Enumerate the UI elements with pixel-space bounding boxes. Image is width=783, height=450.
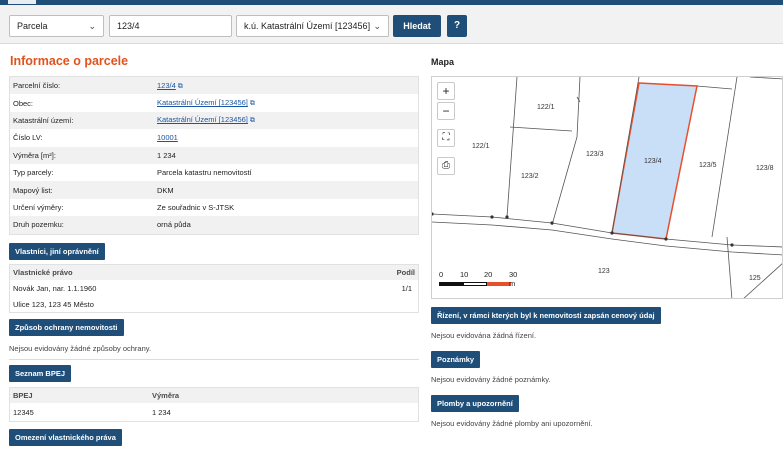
parcel-label: 122/1 bbox=[537, 104, 555, 111]
table-row: Novák Jan, nar. 1.1.1960 1/1 bbox=[10, 280, 418, 296]
cadastre-select-value: k.ú. Katastrální Území [123456] bbox=[244, 21, 371, 31]
external-link-icon[interactable]: ⧉ bbox=[178, 83, 183, 91]
map-title: Mapa bbox=[431, 57, 455, 67]
seals-button[interactable]: Plomby a upozornění bbox=[431, 395, 519, 412]
boundary-vertices bbox=[432, 212, 734, 247]
info-label: Určení výměry: bbox=[13, 202, 64, 212]
info-label: Mapový list: bbox=[13, 185, 53, 195]
parcel-label: 123/4 bbox=[644, 158, 662, 165]
bpej-col-area: Výměra bbox=[152, 391, 180, 400]
parcel-label: 123/8 bbox=[756, 165, 774, 172]
info-label: Číslo LV: bbox=[13, 133, 43, 143]
owner-share: 1/1 bbox=[401, 283, 412, 293]
lv-number-link[interactable]: 10001 bbox=[157, 133, 178, 142]
bpej-button[interactable]: Seznam BPEJ bbox=[9, 365, 72, 382]
chevron-down-icon: ⌄ bbox=[88, 21, 96, 31]
owner-address: Ulice 123, 123 45 Město bbox=[13, 299, 94, 309]
info-row-parcel-type: Typ parcely: Parcela katastru nemovitost… bbox=[10, 164, 418, 181]
active-tab-indicator bbox=[8, 0, 36, 4]
parcel-boundaries bbox=[432, 77, 782, 298]
page-title: Informace o parcele bbox=[10, 54, 129, 68]
search-button[interactable]: Hledat bbox=[393, 15, 441, 37]
info-row-land-type: Druh pozemku: orná půda bbox=[10, 216, 418, 234]
info-row-municipality: Obec: Katastrální Území [123456] ⧉ bbox=[10, 94, 418, 111]
parcel-number-link[interactable]: 123/4 bbox=[157, 81, 176, 90]
bpej-table-header: BPEJ Výměra bbox=[10, 388, 418, 403]
parcel-label: 123 bbox=[598, 268, 610, 275]
municipality-link[interactable]: Katastrální Území [123456] bbox=[157, 98, 248, 107]
info-value: Ze souřadnic v S-JTSK bbox=[157, 202, 235, 212]
protection-button[interactable]: Způsob ochrany nemovitosti bbox=[9, 319, 124, 336]
help-button[interactable]: ? bbox=[447, 15, 467, 37]
map-scale-bar: 0 10 20 30 m bbox=[439, 270, 518, 288]
seals-note: Nejsou evidovány žádné plomby ani upozor… bbox=[431, 419, 593, 428]
parcel-label: 123/5 bbox=[699, 162, 717, 169]
map-canvas: 122/1 122/1 123/3 123/4 123/5 123/8 123/… bbox=[432, 77, 782, 298]
chevron-down-icon: ⌄ bbox=[373, 21, 381, 31]
ownership-restriction-button[interactable]: Omezení vlastnického práva bbox=[9, 429, 122, 446]
table-row: 12345 1 234 bbox=[10, 403, 418, 421]
info-value: DKM bbox=[157, 185, 174, 195]
info-value: Parcela katastru nemovitostí bbox=[157, 168, 252, 178]
parcel-label: 125 bbox=[749, 275, 761, 282]
parcel-label: 123/3 bbox=[586, 151, 604, 158]
bpej-area: 1 234 bbox=[152, 407, 171, 417]
info-row-map-sheet: Mapový list: DKM bbox=[10, 181, 418, 199]
info-row-parcel-number: Parcelní číslo: 123/4 ⧉ bbox=[10, 77, 418, 95]
info-row-area: Výměra [m²]: 1 234 bbox=[10, 146, 418, 164]
owners-header-right-type: Vlastnické právo bbox=[13, 268, 73, 277]
scale-label: 30 m bbox=[509, 270, 518, 288]
info-label: Katastrální území: bbox=[13, 115, 74, 125]
print-icon[interactable]: ⎙ bbox=[437, 157, 455, 175]
type-select[interactable]: Parcela ⌄ bbox=[9, 15, 104, 37]
table-row: Ulice 123, 123 45 Město bbox=[10, 296, 418, 312]
info-label: Výměra [m²]: bbox=[13, 150, 56, 160]
scale-label: 10 bbox=[460, 270, 469, 279]
bpej-table: BPEJ Výměra 12345 1 234 bbox=[9, 387, 419, 422]
owner-name: Novák Jan, nar. 1.1.1960 bbox=[13, 283, 97, 293]
notes-button[interactable]: Poznámky bbox=[431, 351, 481, 368]
fit-extent-icon[interactable]: ⛶ bbox=[437, 129, 455, 147]
owners-button[interactable]: Vlastníci, jiní oprávnění bbox=[9, 243, 105, 260]
cadastral-map[interactable]: 122/1 122/1 123/3 123/4 123/5 123/8 123/… bbox=[431, 76, 783, 299]
proceedings-note: Nejsou evidována žádná řízení. bbox=[431, 331, 537, 340]
parcel-number-value: 123/4 bbox=[117, 21, 140, 31]
parcel-info-table: Parcelní číslo: 123/4 ⧉ Obec: Katastrální… bbox=[9, 76, 419, 235]
cadastral-area-link[interactable]: Katastrální Území [123456] bbox=[157, 115, 248, 124]
divider bbox=[9, 359, 419, 360]
external-link-icon[interactable]: ⧉ bbox=[250, 100, 255, 108]
zoom-in-button[interactable]: + bbox=[437, 82, 455, 100]
bpej-col-code: BPEJ bbox=[13, 391, 33, 400]
bpej-code: 12345 bbox=[13, 407, 34, 417]
zoom-out-button[interactable]: − bbox=[437, 102, 455, 120]
scale-label: 0 bbox=[439, 270, 444, 279]
parcel-number-input[interactable]: 123/4 bbox=[109, 15, 232, 37]
info-label: Parcelní číslo: bbox=[13, 81, 61, 91]
info-row-lv-number: Číslo LV: 10001 bbox=[10, 129, 418, 146]
owners-header-share: Podíl bbox=[396, 268, 415, 277]
parcel-label: 122/1 bbox=[472, 143, 490, 150]
owners-table: Vlastnické právo Podíl Novák Jan, nar. 1… bbox=[9, 264, 419, 313]
info-value: orná půda bbox=[157, 220, 191, 230]
info-label: Obec: bbox=[13, 98, 34, 108]
owners-table-header: Vlastnické právo Podíl bbox=[10, 265, 418, 280]
info-value: 1 234 bbox=[157, 150, 176, 160]
info-label: Typ parcely: bbox=[13, 168, 54, 178]
scale-segments bbox=[439, 282, 515, 286]
notes-note: Nejsou evidovány žádné poznámky. bbox=[431, 375, 551, 384]
external-link-icon[interactable]: ⧉ bbox=[250, 117, 255, 125]
type-select-value: Parcela bbox=[17, 21, 48, 31]
parcel-label: 123/2 bbox=[521, 173, 539, 180]
info-row-cadastral-area: Katastrální území: Katastrální Území [12… bbox=[10, 111, 418, 130]
cadastre-select[interactable]: k.ú. Katastrální Území [123456] ⌄ bbox=[236, 15, 389, 37]
search-bar: Parcela ⌄ 123/4 k.ú. Katastrální Území [… bbox=[0, 5, 783, 43]
header-divider bbox=[0, 43, 783, 44]
scale-label: 20 bbox=[484, 270, 493, 279]
protection-note: Nejsou evidovány žádné způsoby ochrany. bbox=[9, 344, 152, 353]
info-label: Druh pozemku: bbox=[13, 220, 64, 230]
proceedings-button[interactable]: Řízení, v rámci kterých byl k nemovitost… bbox=[431, 307, 661, 324]
info-row-area-method: Určení výměry: Ze souřadnic v S-JTSK bbox=[10, 199, 418, 216]
